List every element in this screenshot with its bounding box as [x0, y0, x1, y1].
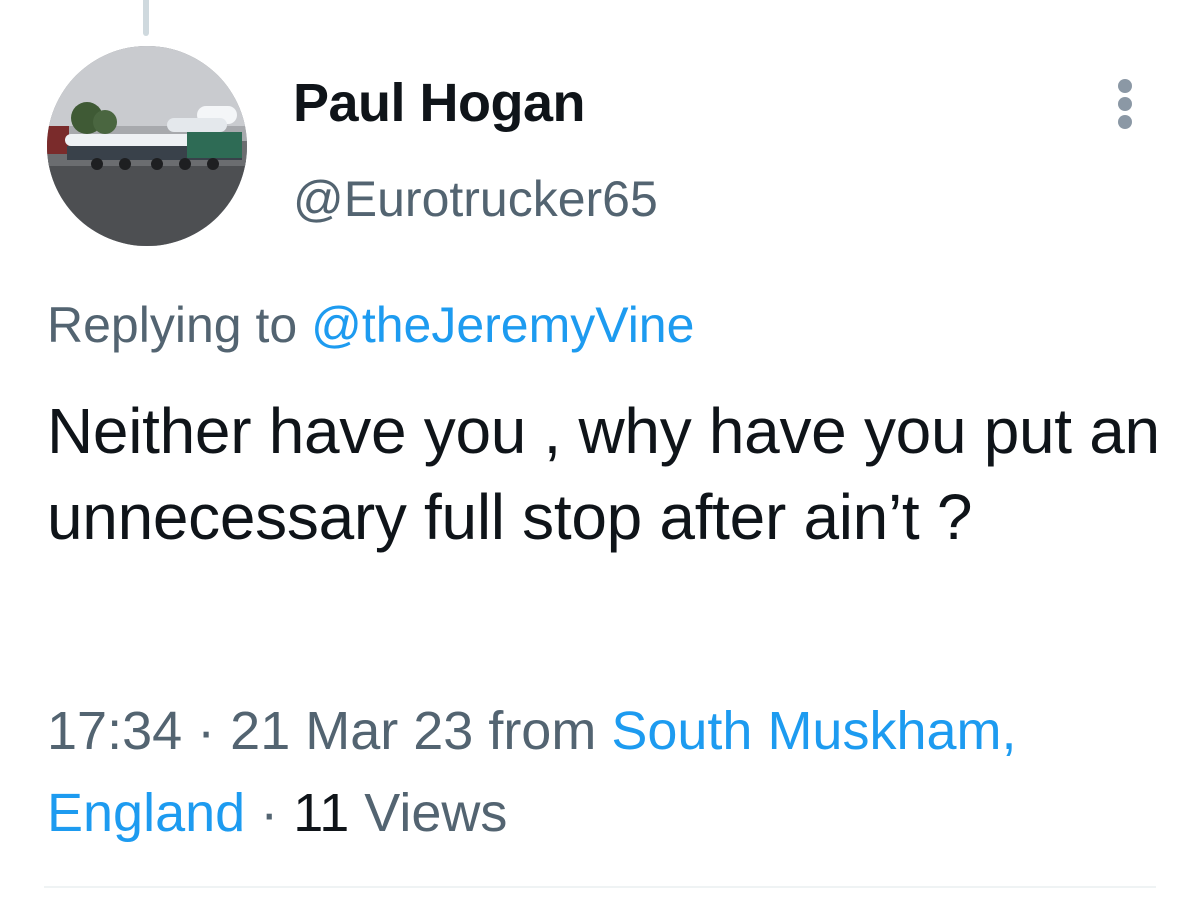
more-vertical-icon: [1118, 79, 1132, 93]
avatar[interactable]: [47, 46, 247, 246]
separator-dot: ·: [197, 701, 216, 761]
more-vertical-icon-dot: [1118, 115, 1132, 129]
divider: [44, 886, 1156, 888]
replying-to-prefix: Replying to: [47, 297, 298, 353]
location-link[interactable]: South Muskham,: [611, 701, 1016, 761]
location-link-country[interactable]: England: [47, 783, 245, 843]
separator-dot: ·: [260, 783, 279, 843]
avatar-image: [47, 46, 247, 246]
tweet-text: Neither have you , why have you put an u…: [47, 395, 1160, 553]
more-vertical-icon-dot: [1118, 97, 1132, 111]
from-label: from: [488, 701, 597, 761]
views-label: Views: [364, 783, 508, 843]
replying-to-line: Replying to @theJeremyVine: [47, 296, 694, 354]
author-handle[interactable]: @Eurotrucker65: [293, 170, 658, 228]
author-display-name[interactable]: Paul Hogan: [293, 72, 586, 134]
thread-connector-line: [143, 0, 149, 36]
more-options-button[interactable]: [1104, 76, 1148, 132]
replying-to-mention-link[interactable]: @theJeremyVine: [311, 297, 694, 353]
tweet-metadata: 17:34 · 21 Mar 23 from South Muskham, En…: [47, 690, 1177, 854]
tweet-time[interactable]: 17:34: [47, 701, 182, 761]
tweet-date[interactable]: 21 Mar 23: [230, 701, 473, 761]
views-count: 11: [293, 783, 350, 843]
